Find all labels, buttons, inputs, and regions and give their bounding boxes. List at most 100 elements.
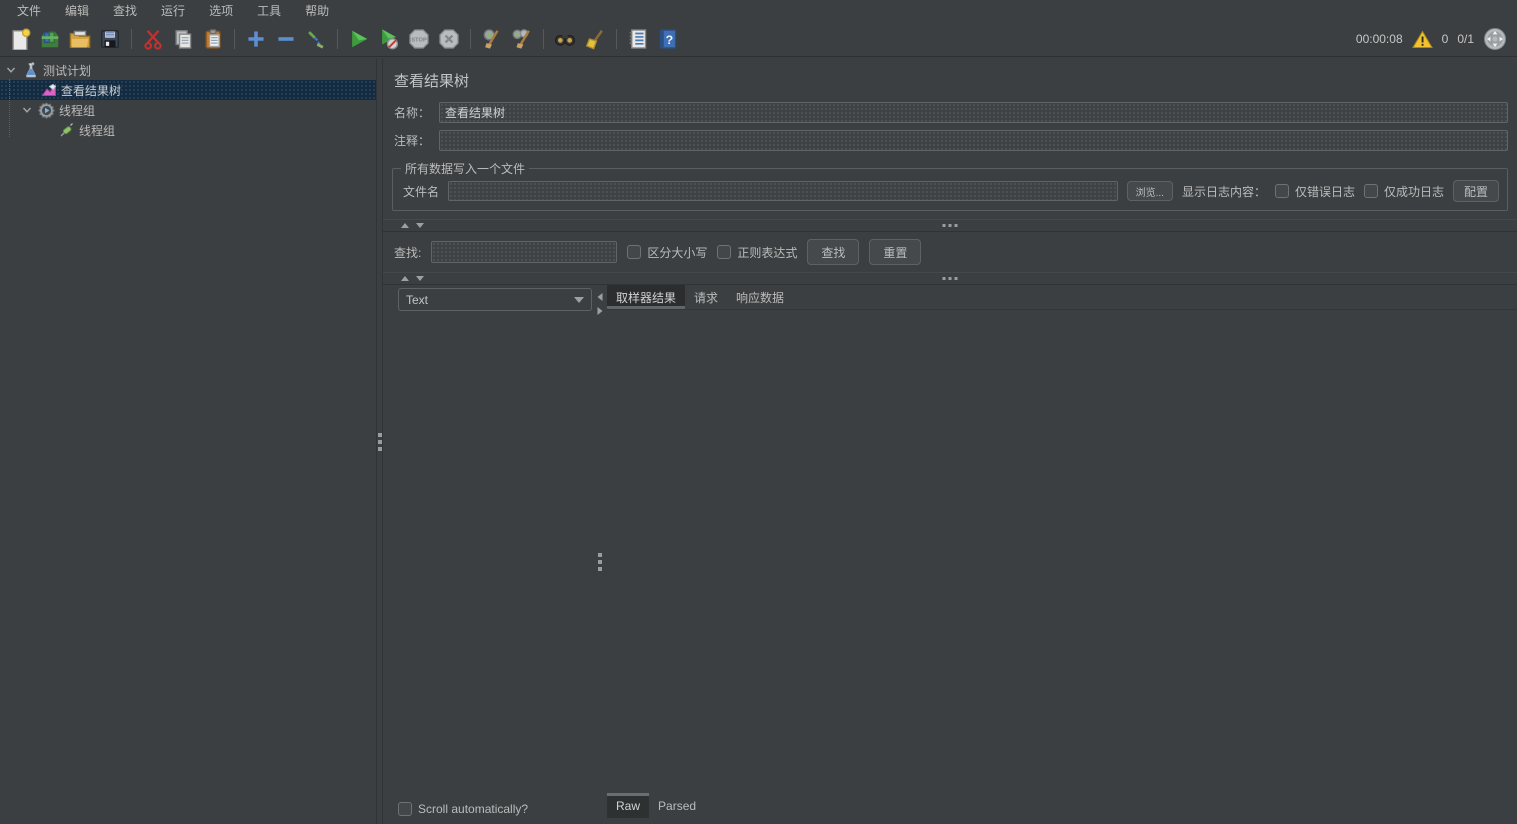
menu-search[interactable]: 查找 xyxy=(101,0,149,22)
clear-all-button[interactable] xyxy=(508,25,536,53)
log-errors-warning-icon[interactable] xyxy=(1411,30,1433,49)
splitter-grip[interactable] xyxy=(377,433,382,451)
filename-input[interactable] xyxy=(448,181,1118,201)
errors-only-checkbox[interactable] xyxy=(1274,184,1289,198)
test-plan-tree: 测试计划 查看结果树 线程组 线程组 xyxy=(0,58,376,824)
reset-button[interactable]: 重置 xyxy=(869,239,922,265)
errors-only-checkbox-group[interactable]: 仅错误日志 xyxy=(1274,183,1355,200)
tree-node-label: 测试计划 xyxy=(43,63,92,78)
configure-button[interactable]: 配置 xyxy=(1452,180,1499,202)
filename-label: 文件名 xyxy=(403,184,440,199)
menu-edit[interactable]: 编辑 xyxy=(53,0,101,22)
tab-raw[interactable]: Raw xyxy=(607,793,650,818)
tree-node-label: 线程组 xyxy=(79,123,116,138)
function-helper-button[interactable] xyxy=(624,25,652,53)
splitter-collapse-down-icon[interactable] xyxy=(416,276,424,281)
help-button[interactable]: ? xyxy=(654,25,682,53)
chevron-down-icon xyxy=(574,296,584,303)
tab-parsed[interactable]: Parsed xyxy=(649,793,705,818)
success-only-checkbox[interactable] xyxy=(1363,184,1378,198)
result-content[interactable] xyxy=(607,310,1517,793)
clear-all-icon xyxy=(512,29,530,49)
scroll-automatically-checkbox-group[interactable]: Scroll automatically? xyxy=(398,802,592,816)
jmeter-window: 文件 编辑 查找 运行 选项 工具 帮助 STOP ? 00:00:08 0 0… xyxy=(0,0,1517,824)
regex-checkbox[interactable] xyxy=(717,245,732,259)
tree-main-splitter[interactable] xyxy=(376,58,383,824)
new-file-button[interactable] xyxy=(6,25,34,53)
search-label: 查找: xyxy=(394,245,422,260)
splitter-collapse-right-icon[interactable] xyxy=(597,307,603,315)
shutdown-button[interactable] xyxy=(435,25,463,53)
upper-horizontal-splitter[interactable] xyxy=(383,219,1517,232)
error-count: 0 xyxy=(1441,32,1449,46)
toolbar-status: 00:00:08 0 0/1 xyxy=(1356,27,1507,51)
results-area: Text Scroll automatically? 取样器结果 请求 响应数据… xyxy=(383,285,1517,824)
splitter-collapse-left-icon[interactable] xyxy=(597,293,603,301)
clear-button[interactable] xyxy=(478,25,506,53)
result-tabs: 取样器结果 请求 响应数据 xyxy=(607,285,1517,310)
name-input[interactable] xyxy=(439,102,1508,123)
expand-all-button[interactable] xyxy=(242,25,270,53)
menu-options[interactable]: 选项 xyxy=(197,0,245,22)
name-row: 名称： xyxy=(383,99,1517,127)
toolbar-separator xyxy=(131,29,132,49)
save-button[interactable] xyxy=(96,25,124,53)
open-folder-icon xyxy=(69,30,91,48)
clear-search-button[interactable] xyxy=(581,25,609,53)
start-no-pauses-button[interactable] xyxy=(375,25,403,53)
shutdown-icon xyxy=(439,29,459,49)
templates-button[interactable] xyxy=(36,25,64,53)
test-plan-icon xyxy=(22,62,39,79)
open-folder-button[interactable] xyxy=(66,25,94,53)
splitter-collapse-down-icon[interactable] xyxy=(416,223,424,228)
menu-file[interactable]: 文件 xyxy=(5,0,53,22)
stop-button[interactable]: STOP xyxy=(405,25,433,53)
splitter-grip[interactable] xyxy=(942,224,958,227)
raw-parsed-tabs: Raw Parsed xyxy=(607,793,1517,818)
copy-button[interactable] xyxy=(169,25,197,53)
results-tree-list[interactable] xyxy=(398,311,592,802)
toggle-button[interactable] xyxy=(302,25,330,53)
expand-all-icon xyxy=(248,31,264,47)
results-detail-panel: 取样器结果 请求 响应数据 Raw Parsed xyxy=(607,285,1517,824)
paste-button[interactable] xyxy=(199,25,227,53)
lower-horizontal-splitter[interactable] xyxy=(383,272,1517,285)
cut-button[interactable] xyxy=(139,25,167,53)
renderer-selected-value: Text xyxy=(406,292,429,307)
splitter-collapse-up-icon[interactable] xyxy=(401,223,409,228)
copy-icon xyxy=(175,30,192,49)
splitter-collapse-up-icon[interactable] xyxy=(401,276,409,281)
tab-response-data[interactable]: 响应数据 xyxy=(727,285,793,309)
chevron-down-icon[interactable] xyxy=(20,103,34,117)
tree-node-sampler[interactable]: 线程组 xyxy=(0,120,376,140)
menu-tools[interactable]: 工具 xyxy=(245,0,293,22)
tab-sampler-result[interactable]: 取样器结果 xyxy=(607,285,686,309)
search-input[interactable] xyxy=(431,241,618,263)
search-button-toolbar[interactable] xyxy=(551,25,579,53)
splitter-grip[interactable] xyxy=(598,553,602,571)
thread-count: 0/1 xyxy=(1457,32,1474,46)
browse-button[interactable]: 浏览... xyxy=(1126,181,1173,201)
comment-input[interactable] xyxy=(439,130,1508,151)
menu-help[interactable]: 帮助 xyxy=(293,0,341,22)
splitter-grip[interactable] xyxy=(942,277,958,280)
name-label: 名称： xyxy=(394,106,431,120)
regex-checkbox-group[interactable]: 正则表达式 xyxy=(717,244,797,261)
scroll-automatically-checkbox[interactable] xyxy=(398,802,412,816)
chevron-down-icon[interactable] xyxy=(4,63,18,77)
collapse-all-button[interactable] xyxy=(272,25,300,53)
success-only-checkbox-group[interactable]: 仅成功日志 xyxy=(1363,183,1444,200)
renderer-dropdown[interactable]: Text xyxy=(398,288,592,311)
start-button[interactable] xyxy=(345,25,373,53)
start-icon xyxy=(352,30,368,48)
case-sensitive-checkbox-group[interactable]: 区分大小写 xyxy=(627,244,707,261)
tree-node-test-plan[interactable]: 测试计划 xyxy=(0,60,376,80)
results-vertical-splitter[interactable] xyxy=(593,285,607,824)
tree-node-view-results-tree[interactable]: 查看结果树 xyxy=(0,80,376,100)
find-button[interactable]: 查找 xyxy=(807,239,860,265)
menu-run[interactable]: 运行 xyxy=(149,0,197,22)
tab-request[interactable]: 请求 xyxy=(685,285,727,309)
function-helper-icon xyxy=(629,29,647,49)
case-sensitive-checkbox[interactable] xyxy=(627,245,642,259)
tree-node-thread-group[interactable]: 线程组 xyxy=(0,100,376,120)
